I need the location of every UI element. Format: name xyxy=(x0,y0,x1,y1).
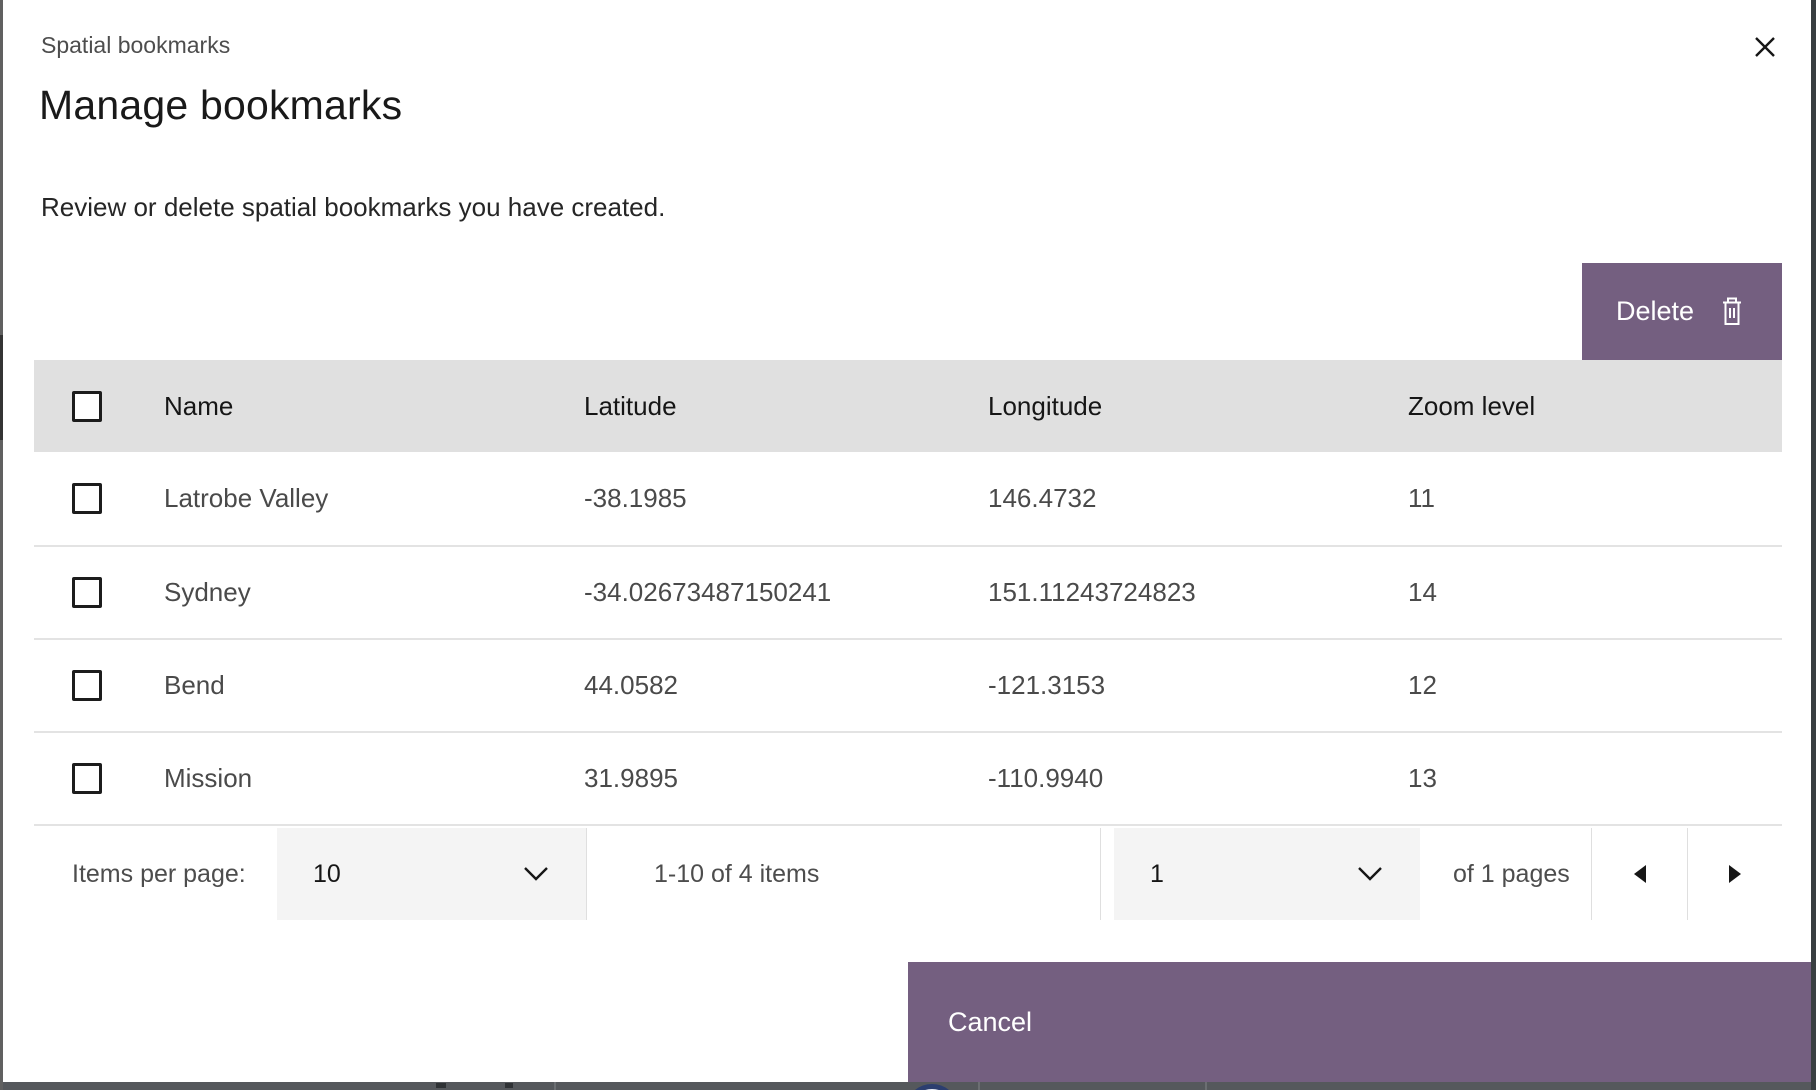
page-title: Manage bookmarks xyxy=(39,82,402,129)
chevron-down-icon xyxy=(522,866,550,882)
row-checkbox[interactable] xyxy=(72,763,102,794)
pagination-divider xyxy=(1100,828,1101,920)
column-header-name: Name xyxy=(140,391,560,422)
edge-strip-divider xyxy=(1205,1082,1207,1090)
chevron-down-icon xyxy=(1356,866,1384,882)
column-header-longitude: Longitude xyxy=(964,391,1384,422)
cell-name: Latrobe Valley xyxy=(140,483,560,514)
page-number-value: 1 xyxy=(1150,860,1164,889)
cell-longitude: -110.9940 xyxy=(964,763,1384,794)
caret-left-icon xyxy=(1634,865,1646,883)
screen-edge-left xyxy=(0,0,3,1090)
items-per-page-value: 10 xyxy=(313,860,341,889)
edge-strip-divider xyxy=(554,1082,556,1090)
table-header-row: Name Latitude Longitude Zoom level xyxy=(34,360,1782,452)
cancel-button-label: Cancel xyxy=(948,1007,1032,1038)
table-row: Mission 31.9895 -110.9940 13 xyxy=(34,731,1782,824)
cell-latitude: 44.0582 xyxy=(560,670,964,701)
row-checkbox[interactable] xyxy=(72,670,102,701)
next-page-button[interactable] xyxy=(1688,828,1782,920)
cell-latitude: 31.9895 xyxy=(560,763,964,794)
cell-name: Bend xyxy=(140,670,560,701)
pagination-bar: Items per page: 10 1-10 of 4 items 1 of … xyxy=(34,824,1782,920)
bookmarks-table: Name Latitude Longitude Zoom level Latro… xyxy=(34,360,1782,824)
cell-latitude: -34.02673487150241 xyxy=(560,577,964,608)
dialog-eyebrow: Spatial bookmarks xyxy=(41,32,230,59)
cell-name: Sydney xyxy=(140,577,560,608)
cell-zoom-level: 11 xyxy=(1384,483,1782,514)
cell-latitude: -38.1985 xyxy=(560,483,964,514)
cell-longitude: 146.4732 xyxy=(964,483,1384,514)
edge-strip-glyph xyxy=(436,1083,446,1088)
cancel-button[interactable]: Cancel xyxy=(908,962,1811,1082)
cell-zoom-level: 14 xyxy=(1384,577,1782,608)
cell-name: Mission xyxy=(140,763,560,794)
page-number-select[interactable]: 1 xyxy=(1114,828,1420,920)
delete-button-label: Delete xyxy=(1616,296,1694,327)
caret-right-icon xyxy=(1729,865,1741,883)
row-checkbox[interactable] xyxy=(72,483,102,514)
items-per-page-label: Items per page: xyxy=(72,828,246,920)
cell-zoom-level: 12 xyxy=(1384,670,1782,701)
dialog-description: Review or delete spatial bookmarks you h… xyxy=(41,192,665,223)
column-header-zoom-level: Zoom level xyxy=(1384,391,1782,422)
cell-zoom-level: 13 xyxy=(1384,763,1782,794)
screen-edge-left-dark xyxy=(0,335,3,440)
table-row: Bend 44.0582 -121.3153 12 xyxy=(34,638,1782,731)
select-all-checkbox[interactable] xyxy=(72,391,102,422)
close-icon xyxy=(1752,34,1778,60)
screen-edge-right xyxy=(1811,0,1816,1090)
items-per-page-select[interactable]: 10 xyxy=(277,828,587,920)
screen-edge-bottom xyxy=(0,1082,1816,1090)
close-button[interactable] xyxy=(1744,26,1786,68)
row-checkbox[interactable] xyxy=(72,577,102,608)
cell-longitude: 151.11243724823 xyxy=(964,577,1384,608)
cell-longitude: -121.3153 xyxy=(964,670,1384,701)
delete-button[interactable]: Delete xyxy=(1582,263,1782,360)
pages-count-text: of 1 pages xyxy=(1453,828,1570,920)
manage-bookmarks-dialog: Spatial bookmarks Manage bookmarks Revie… xyxy=(0,0,1816,1090)
pagination-range-text: 1-10 of 4 items xyxy=(620,828,819,920)
previous-page-button[interactable] xyxy=(1592,828,1687,920)
edge-strip-divider xyxy=(978,1082,980,1090)
column-header-latitude: Latitude xyxy=(560,391,964,422)
trash-icon xyxy=(1716,294,1748,330)
table-row: Sydney -34.02673487150241 151.1124372482… xyxy=(34,545,1782,638)
edge-strip-glyph xyxy=(505,1083,513,1088)
table-row: Latrobe Valley -38.1985 146.4732 11 xyxy=(34,452,1782,545)
